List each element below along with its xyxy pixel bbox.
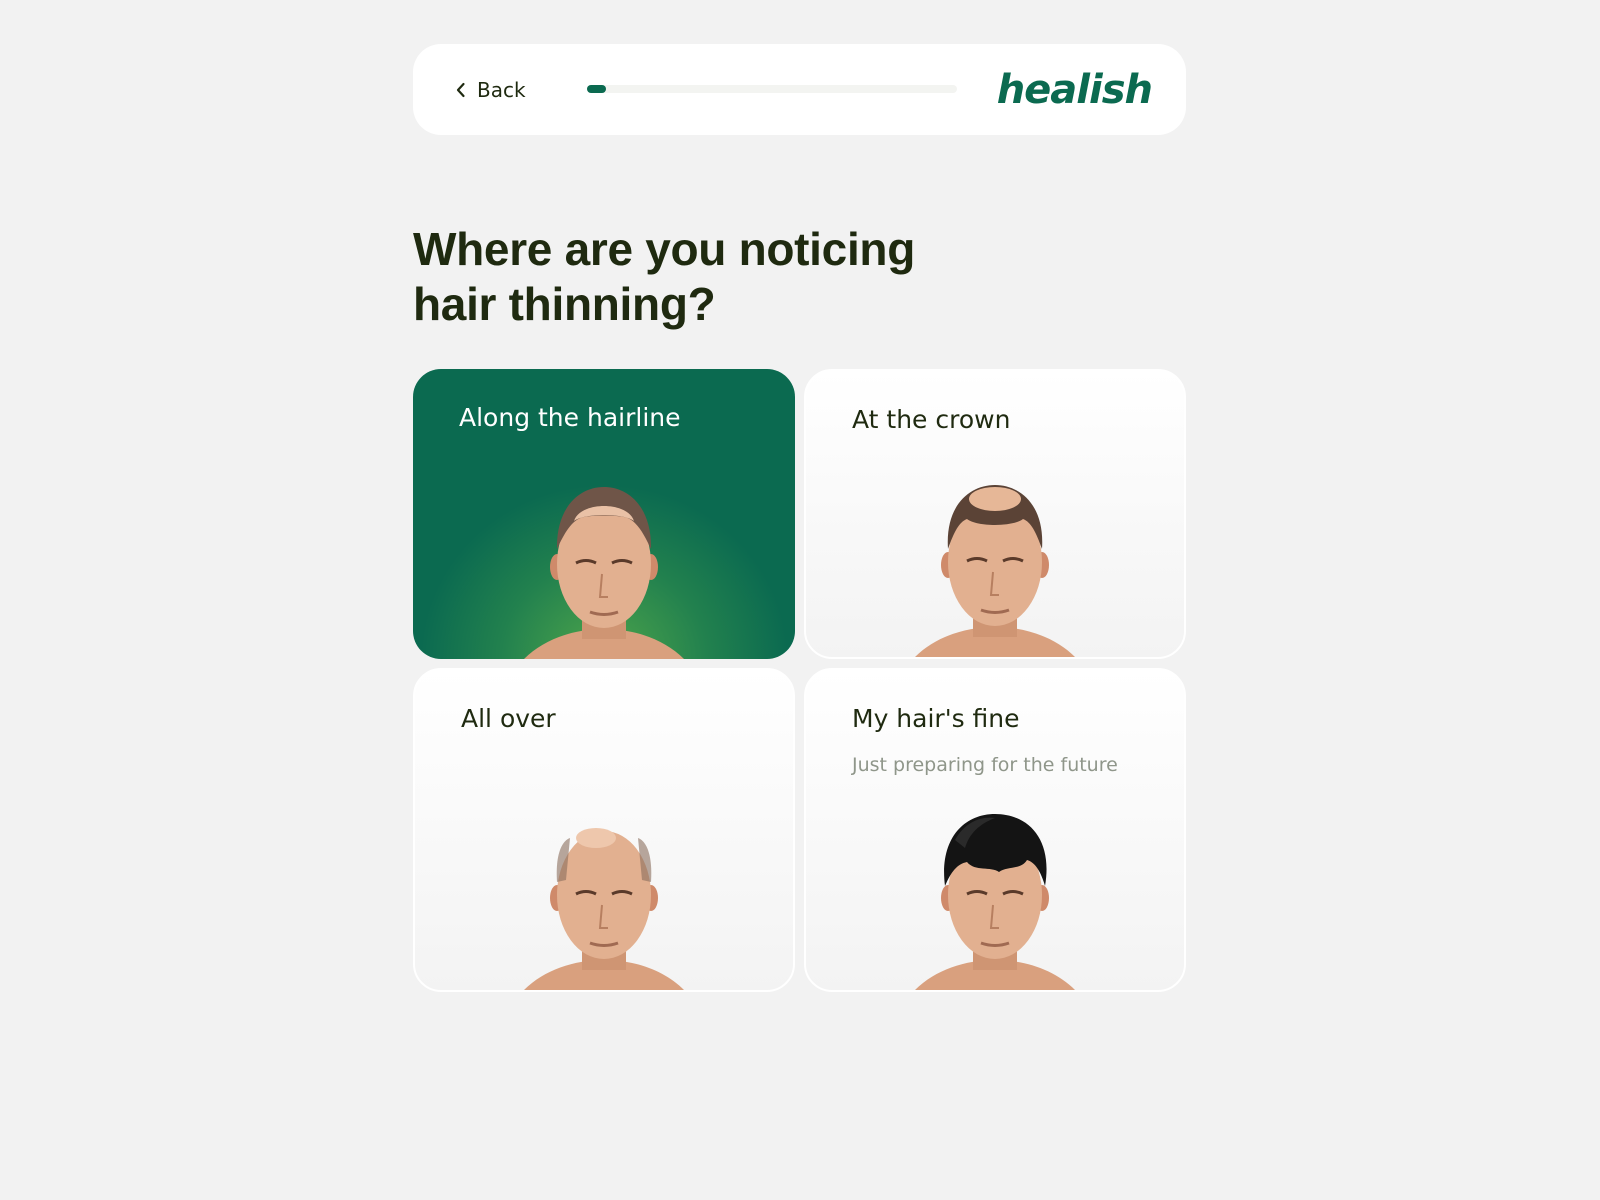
option-label: At the crown [852, 405, 1011, 434]
man-bald-all-over-image [504, 810, 704, 990]
option-card-hairline[interactable]: Along the hairline [413, 369, 795, 659]
option-label: My hair's fine [852, 704, 1020, 733]
man-thinning-crown-image [895, 477, 1095, 657]
brand-logo: healish [996, 66, 1153, 113]
option-card-hair-fine[interactable]: My hair's fine Just preparing for the fu… [804, 668, 1186, 992]
option-sublabel: Just preparing for the future [852, 754, 1118, 776]
back-label: Back [477, 77, 526, 102]
chevron-left-icon [455, 82, 467, 98]
option-label: Along the hairline [459, 403, 681, 432]
progress-bar [587, 85, 957, 93]
option-card-crown[interactable]: At the crown [804, 369, 1186, 659]
question-title: Where are you noticing hair thinning? [413, 223, 916, 330]
man-full-hair-image [895, 810, 1095, 990]
option-card-all-over[interactable]: All over [413, 668, 795, 992]
progress-bar-fill [587, 85, 606, 93]
man-receding-hairline-image [504, 479, 704, 659]
option-label: All over [461, 704, 556, 733]
back-button[interactable]: Back [455, 44, 526, 135]
